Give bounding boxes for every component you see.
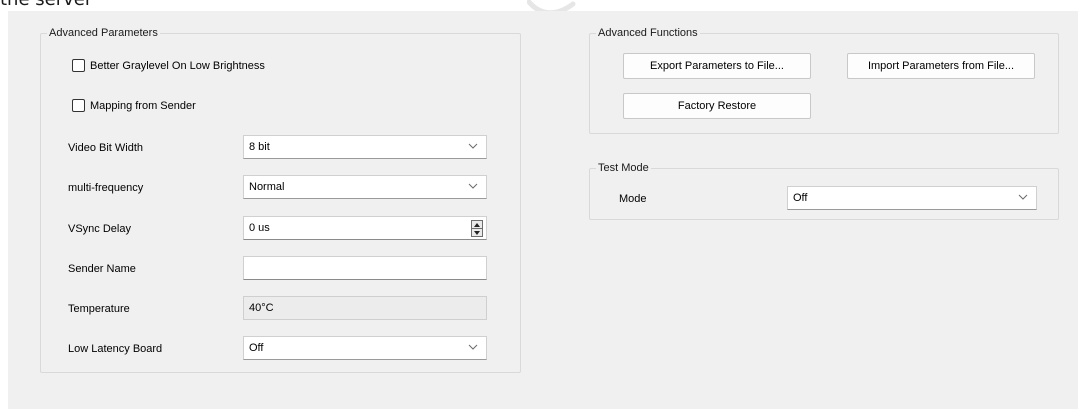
vsync-delay-value: 0 us bbox=[249, 222, 270, 234]
test-mode-dropdown[interactable]: Off bbox=[787, 186, 1037, 210]
chevron-down-icon bbox=[1018, 194, 1028, 200]
group-title-test-mode: Test Mode bbox=[596, 161, 651, 175]
advanced-parameters-group: Advanced Parameters Better Graylevel On … bbox=[40, 26, 521, 373]
multi-frequency-label: multi-frequency bbox=[68, 182, 144, 194]
group-title-advanced-parameters: Advanced Parameters bbox=[47, 26, 160, 40]
low-latency-board-label: Low Latency Board bbox=[68, 343, 163, 355]
temperature-value: 40°C bbox=[249, 302, 274, 314]
video-bit-width-dropdown[interactable]: 8 bit bbox=[243, 135, 487, 159]
temperature-label: Temperature bbox=[68, 303, 130, 315]
caret-up-icon bbox=[474, 222, 480, 227]
low-latency-board-value: Off bbox=[249, 342, 264, 354]
multi-frequency-value: Normal bbox=[249, 181, 285, 193]
multi-frequency-dropdown[interactable]: Normal bbox=[243, 175, 487, 199]
spin-up-button[interactable] bbox=[471, 220, 483, 229]
mapping-from-sender-checkbox-row[interactable]: Mapping from Sender bbox=[72, 99, 196, 112]
import-parameters-button[interactable]: Import Parameters from File... bbox=[847, 53, 1035, 79]
sender-name-label: Sender Name bbox=[68, 263, 136, 275]
test-mode-value: Off bbox=[793, 192, 808, 204]
spin-down-button[interactable] bbox=[471, 229, 483, 237]
vsync-delay-stepper bbox=[471, 220, 483, 237]
export-parameters-button[interactable]: Export Parameters to File... bbox=[623, 53, 811, 79]
vsync-delay-label: VSync Delay bbox=[68, 223, 131, 235]
caret-down-icon bbox=[474, 230, 480, 235]
mode-label: Mode bbox=[619, 193, 647, 205]
advanced-functions-group: Advanced Functions Export Parameters to … bbox=[589, 26, 1059, 134]
better-graylevel-checkbox-row[interactable]: Better Graylevel On Low Brightness bbox=[72, 59, 265, 72]
better-graylevel-checkbox[interactable] bbox=[72, 59, 85, 72]
low-latency-board-dropdown[interactable]: Off bbox=[243, 336, 487, 360]
vsync-delay-spinbox[interactable]: 0 us bbox=[243, 216, 487, 240]
video-bit-width-value: 8 bit bbox=[249, 141, 270, 153]
group-title-advanced-functions: Advanced Functions bbox=[596, 26, 700, 40]
mapping-from-sender-checkbox[interactable] bbox=[72, 99, 85, 112]
factory-restore-button[interactable]: Factory Restore bbox=[623, 93, 811, 119]
mapping-from-sender-label: Mapping from Sender bbox=[90, 99, 196, 112]
cropped-text-fragment: the server bbox=[0, 0, 92, 10]
settings-panel: Advanced Parameters Better Graylevel On … bbox=[8, 11, 1078, 409]
video-bit-width-label: Video Bit Width bbox=[68, 142, 144, 154]
chevron-down-icon bbox=[468, 344, 478, 350]
sender-name-input[interactable] bbox=[243, 256, 487, 280]
chevron-down-icon bbox=[468, 183, 478, 189]
test-mode-group: Test Mode Mode Off bbox=[589, 161, 1059, 220]
better-graylevel-label: Better Graylevel On Low Brightness bbox=[90, 59, 265, 72]
chevron-down-icon bbox=[468, 143, 478, 149]
temperature-readonly-field: 40°C bbox=[243, 296, 487, 320]
